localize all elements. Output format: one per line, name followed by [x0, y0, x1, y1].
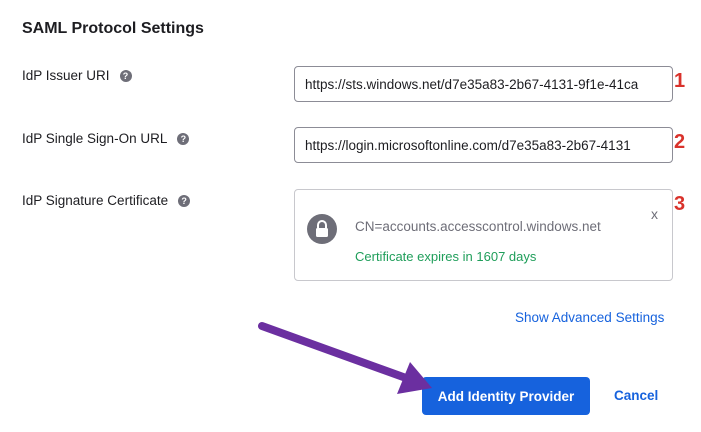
add-identity-provider-button[interactable]: Add Identity Provider [422, 377, 590, 415]
annotation-badge-1: 1 [674, 70, 686, 92]
certificate-card: CN=accounts.accesscontrol.windows.net Ce… [294, 189, 673, 281]
show-advanced-settings-link[interactable]: Show Advanced Settings [515, 310, 664, 325]
help-icon[interactable]: ? [119, 69, 132, 82]
section-title: SAML Protocol Settings [22, 20, 204, 37]
sso-url-label-text: IdP Single Sign-On URL [22, 131, 168, 146]
issuer-uri-input[interactable] [294, 66, 673, 102]
signature-certificate-label-text: IdP Signature Certificate [22, 193, 169, 208]
help-icon[interactable]: ? [177, 132, 190, 145]
help-icon[interactable]: ? [178, 194, 191, 207]
signature-certificate-label: IdP Signature Certificate ? [22, 193, 191, 208]
cancel-button[interactable]: Cancel [614, 388, 658, 403]
sso-url-input[interactable] [294, 127, 673, 163]
certificate-expiry-status: Certificate expires in 1607 days [355, 249, 537, 264]
issuer-uri-label: IdP Issuer URI ? [22, 68, 132, 83]
issuer-uri-label-text: IdP Issuer URI [22, 68, 110, 83]
sso-url-label: IdP Single Sign-On URL ? [22, 131, 190, 146]
annotation-badge-3: 3 [674, 193, 686, 215]
close-icon[interactable]: x [651, 206, 658, 222]
lock-icon [307, 214, 337, 244]
certificate-common-name: CN=accounts.accesscontrol.windows.net [355, 219, 601, 234]
annotation-badge-2: 2 [674, 131, 686, 153]
